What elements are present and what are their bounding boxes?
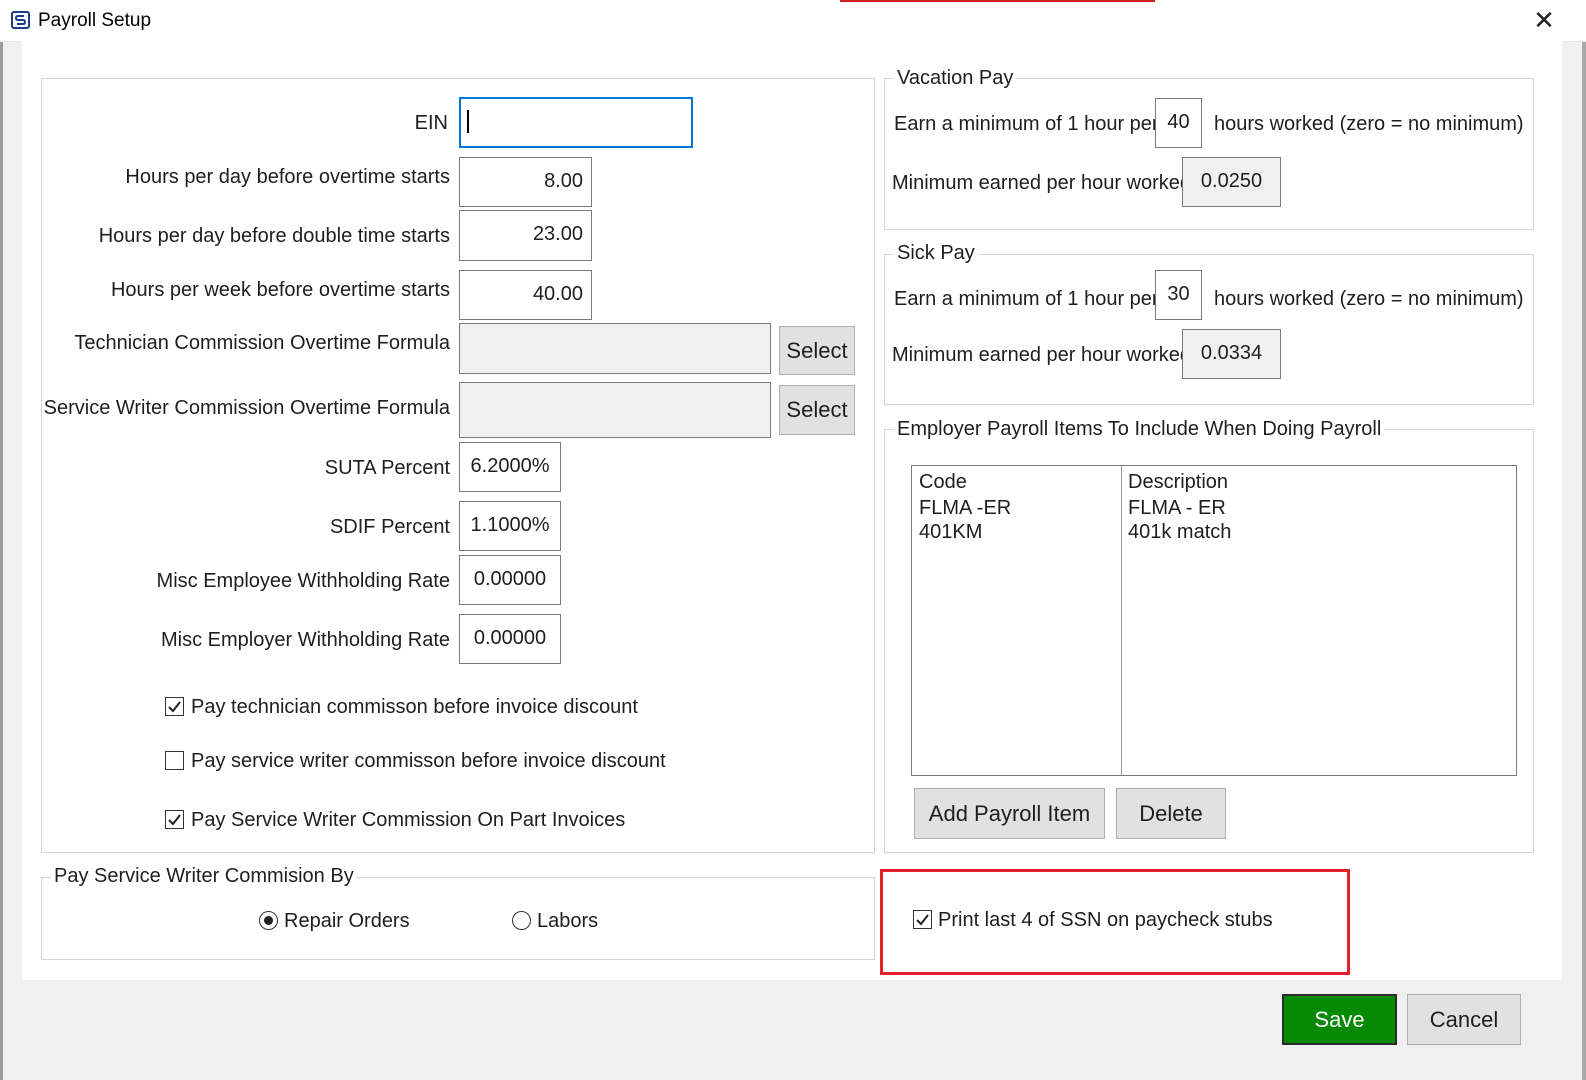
tech-before-discount-label: Pay technician commisson before invoice … — [191, 696, 638, 718]
labors-radio[interactable] — [512, 911, 531, 930]
employer-items-legend: Employer Payroll Items To Include When D… — [894, 418, 1385, 441]
repair-orders-label: Repair Orders — [284, 910, 410, 932]
suta-input[interactable]: 6.2000% — [459, 442, 561, 492]
column-divider — [1121, 466, 1122, 775]
list-item-description[interactable]: 401k match — [1128, 520, 1231, 544]
labors-label: Labors — [537, 910, 599, 932]
vacation-min-value: 0.0250 — [1182, 157, 1281, 207]
tech-formula-input[interactable] — [459, 323, 771, 374]
tech-before-discount-checkbox[interactable] — [165, 697, 184, 716]
sick-pay-legend: Sick Pay — [894, 242, 978, 265]
tech-formula-label: Technician Commission Overtime Formula — [74, 332, 450, 354]
vacation-pay-group — [884, 78, 1534, 230]
background-accent — [840, 0, 1155, 2]
repair-orders-radio[interactable] — [259, 911, 278, 930]
app-icon — [11, 11, 30, 29]
add-payroll-item-button[interactable]: Add Payroll Item — [914, 788, 1105, 839]
sdif-input[interactable]: 1.1000% — [459, 501, 561, 551]
ein-label: EIN — [414, 112, 448, 134]
misc-employee-label: Misc Employee Withholding Rate — [156, 570, 450, 592]
tech-formula-select-button[interactable]: Select — [779, 326, 855, 375]
vacation-hours-input[interactable]: 40 — [1155, 98, 1202, 148]
sw-part-invoices-label: Pay Service Writer Commission On Part In… — [191, 809, 626, 831]
employer-items-list[interactable]: Code Description FLMA -ER FLMA - ER 401K… — [911, 465, 1517, 776]
list-item-description[interactable]: FLMA - ER — [1128, 496, 1226, 520]
print-ssn-checkbox[interactable] — [913, 910, 932, 929]
save-button[interactable]: Save — [1282, 994, 1397, 1045]
sick-hours-input[interactable]: 30 — [1155, 270, 1202, 320]
sw-formula-label: Service Writer Commission Overtime Formu… — [43, 397, 450, 419]
sick-min-value: 0.0334 — [1182, 329, 1281, 379]
sw-formula-select-button[interactable]: Select — [779, 385, 855, 435]
double-time-day-label: Hours per day before double time starts — [98, 225, 450, 247]
overtime-week-label: Hours per week before overtime starts — [110, 279, 450, 301]
sdif-label: SDIF Percent — [329, 516, 450, 538]
sick-min-label: Minimum earned per hour worked — [892, 344, 1192, 366]
overtime-day-input[interactable]: 8.00 — [459, 157, 592, 207]
pay-by-group — [41, 877, 875, 960]
radio-selected-dot — [264, 916, 273, 925]
sw-part-invoices-checkbox[interactable] — [165, 810, 184, 829]
title-bar — [0, 0, 1586, 42]
window-title: Payroll Setup — [38, 10, 152, 31]
double-time-day-input[interactable]: 23.00 — [459, 210, 592, 261]
sw-before-discount-checkbox[interactable] — [165, 751, 184, 770]
suta-label: SUTA Percent — [324, 457, 450, 479]
list-item-code[interactable]: 401KM — [919, 520, 982, 544]
list-item-code[interactable]: FLMA -ER — [919, 496, 1011, 520]
overtime-week-input[interactable]: 40.00 — [459, 270, 592, 320]
overtime-day-label: Hours per day before overtime starts — [125, 166, 450, 188]
misc-employee-input[interactable]: 0.00000 — [459, 555, 561, 605]
column-header-code[interactable]: Code — [919, 470, 967, 494]
sw-formula-input[interactable] — [459, 382, 771, 438]
general-settings-group — [41, 78, 875, 853]
delete-button[interactable]: Delete — [1116, 788, 1226, 839]
ein-input[interactable] — [459, 97, 693, 148]
cancel-button[interactable]: Cancel — [1407, 994, 1521, 1045]
column-header-description[interactable]: Description — [1128, 470, 1228, 494]
sw-before-discount-label: Pay service writer commisson before invo… — [191, 750, 666, 772]
vacation-hours-worked-label: hours worked (zero = no minimum) — [1214, 113, 1524, 135]
window-border-right — [1582, 42, 1586, 1080]
vacation-earn-label: Earn a minimum of 1 hour per — [894, 113, 1159, 135]
vacation-pay-legend: Vacation Pay — [894, 67, 1017, 90]
sick-earn-label: Earn a minimum of 1 hour per — [894, 288, 1159, 310]
misc-employer-label: Misc Employer Withholding Rate — [161, 629, 450, 651]
vacation-min-label: Minimum earned per hour worked — [892, 172, 1192, 194]
close-icon[interactable]: ✕ — [1530, 6, 1558, 34]
sick-hours-worked-label: hours worked (zero = no minimum) — [1214, 288, 1524, 310]
window-border-left — [0, 42, 3, 1080]
pay-by-legend: Pay Service Writer Commision By — [51, 865, 357, 888]
text-caret — [467, 110, 469, 133]
misc-employer-input[interactable]: 0.00000 — [459, 614, 561, 664]
print-ssn-label: Print last 4 of SSN on paycheck stubs — [938, 909, 1273, 931]
